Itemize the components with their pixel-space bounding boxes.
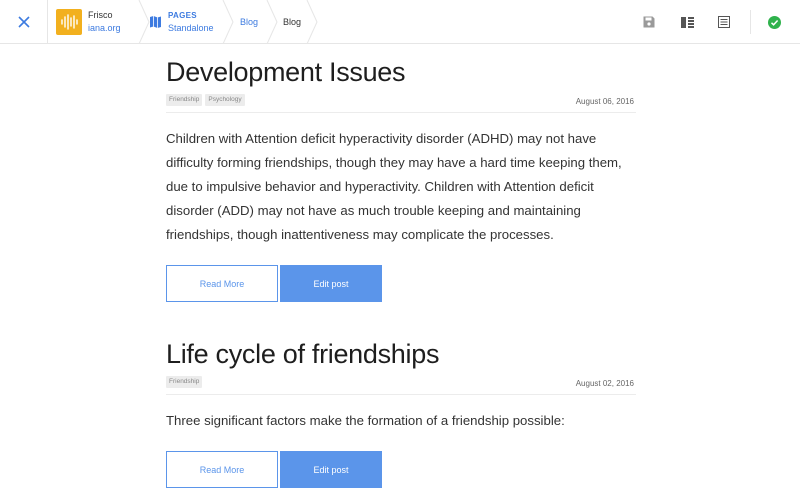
- post-date: August 06, 2016: [575, 97, 634, 106]
- post-date: August 02, 2016: [575, 379, 634, 388]
- close-icon: [17, 16, 30, 28]
- breadcrumb-section-sub: Standalone: [168, 23, 214, 33]
- tag[interactable]: Psychology: [205, 94, 245, 106]
- status-button[interactable]: [757, 0, 791, 44]
- columns-view-button[interactable]: [670, 0, 704, 44]
- post-meta: Friendship Psychology August 06, 2016: [166, 93, 636, 113]
- breadcrumb-section-title: PAGES: [168, 11, 197, 20]
- breadcrumb-separator: [222, 0, 234, 44]
- read-more-button[interactable]: Read More: [166, 265, 278, 302]
- breadcrumb-pages[interactable]: PAGES Standalone: [150, 0, 228, 44]
- read-more-button[interactable]: Read More: [166, 451, 278, 488]
- post-excerpt: Children with Attention deficit hyperact…: [166, 131, 622, 242]
- breadcrumb-separator: [138, 0, 150, 44]
- site-domain: iana.org: [88, 23, 121, 33]
- breadcrumb-item-blog[interactable]: Blog: [240, 0, 258, 44]
- toolbar-divider: [750, 10, 751, 34]
- post-tags: Friendship Psychology: [166, 94, 245, 106]
- post-actions: Read More Edit post: [166, 451, 636, 488]
- columns-icon: [680, 16, 694, 28]
- list-view-button[interactable]: [707, 0, 741, 44]
- site-name: Frisco: [88, 10, 113, 20]
- equalizer-logo-icon: [56, 9, 82, 35]
- list-icon: [718, 16, 730, 28]
- breadcrumb-item-current[interactable]: Blog: [283, 0, 301, 44]
- post-title[interactable]: Life cycle of friendships: [166, 336, 636, 372]
- blog-post: Life cycle of friendships Friendship Aug…: [166, 336, 636, 488]
- save-icon: [643, 16, 655, 28]
- post-excerpt: Three significant factors make the forma…: [166, 413, 565, 428]
- blog-post: Development Issues Friendship Psychology…: [166, 54, 636, 302]
- post-meta: Friendship August 02, 2016: [166, 375, 636, 395]
- breadcrumb-separator: [306, 0, 318, 44]
- site-switcher[interactable]: Frisco iana.org: [56, 0, 144, 44]
- breadcrumb-separator: [266, 0, 278, 44]
- post-actions: Read More Edit post: [166, 265, 636, 302]
- map-icon: [150, 16, 161, 28]
- top-bar: Frisco iana.org PAGES Standalone Blog Bl…: [0, 0, 800, 44]
- edit-post-button[interactable]: Edit post: [280, 265, 382, 302]
- edit-post-button[interactable]: Edit post: [280, 451, 382, 488]
- save-button[interactable]: [632, 0, 666, 44]
- tag[interactable]: Friendship: [166, 376, 203, 388]
- close-button[interactable]: [0, 0, 48, 44]
- tag[interactable]: Friendship: [166, 94, 203, 106]
- post-tags: Friendship: [166, 376, 203, 388]
- check-circle-icon: [767, 15, 781, 29]
- post-title[interactable]: Development Issues: [166, 54, 636, 90]
